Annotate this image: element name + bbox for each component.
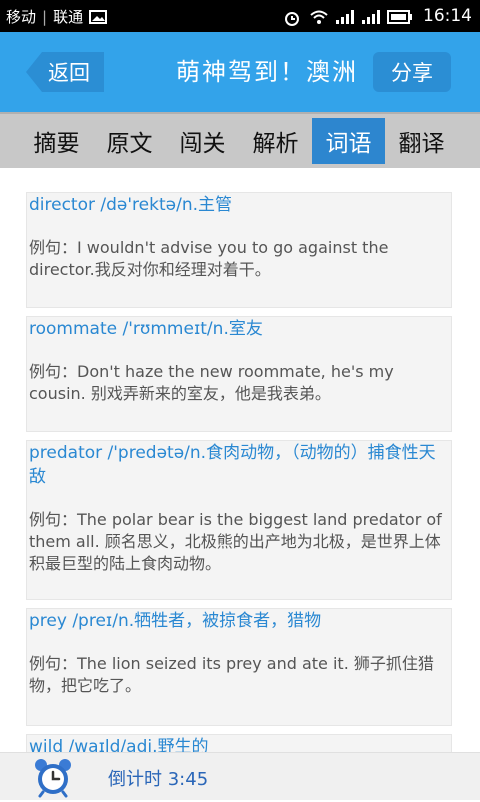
image-notification-icon — [89, 9, 108, 24]
alarm-icon — [283, 9, 301, 26]
vocab-word: wild /waɪld/adj.野生的 — [29, 737, 209, 752]
vocab-word: roommate /'rʊmmeɪt/n.室友 — [29, 319, 263, 339]
vocab-word: prey /preɪ/n.牺牲者，被掠食者，猎物 — [29, 611, 322, 631]
vocabulary-list[interactable]: director /də'rektə/n.主管 例句：I wouldn't ad… — [0, 168, 480, 752]
vocab-card: wild /waɪld/adj.野生的 — [26, 734, 452, 752]
vocab-word: predator /'predətə/n.食肉动物，（动物的）捕食性天敌 — [29, 443, 436, 487]
tab-vocabulary[interactable]: 词语 — [312, 118, 385, 164]
back-button[interactable]: 返回 — [26, 52, 104, 92]
vocab-example: 例句：I wouldn't advise you to go against t… — [29, 238, 389, 279]
tab-summary[interactable]: 摘要 — [20, 118, 93, 164]
signal-icon-2 — [361, 9, 380, 24]
vocab-card: director /də'rektə/n.主管 例句：I wouldn't ad… — [26, 192, 452, 308]
divider: | — [42, 7, 48, 26]
page-title: 萌神驾到！澳洲 — [176, 58, 358, 86]
vocab-example: 例句：The lion seized its prey and ate it. … — [29, 654, 434, 695]
status-bar: 移动 | 联通 16:14 — [0, 0, 480, 32]
vocab-word: director /də'rektə/n.主管 — [29, 195, 232, 215]
share-button[interactable]: 分享 — [373, 52, 451, 92]
vocab-example: 例句：Don't haze the new roommate, he's my … — [29, 362, 394, 403]
vocab-card: roommate /'rʊmmeɪt/n.室友 例句：Don't haze th… — [26, 316, 452, 432]
tab-translation[interactable]: 翻译 — [385, 118, 458, 164]
timer-bar: 倒计时 3:45 — [0, 752, 480, 800]
wifi-icon — [309, 9, 328, 24]
countdown-timer: 倒计时 3:45 — [108, 769, 209, 790]
vocab-example: 例句：The polar bear is the biggest land pr… — [29, 510, 442, 573]
tab-challenge[interactable]: 闯关 — [166, 118, 239, 164]
carrier-label-2: 联通 — [53, 8, 84, 26]
tab-original-text[interactable]: 原文 — [93, 118, 166, 164]
tab-bar: 摘要 原文 闯关 解析 词语 翻译 — [0, 112, 480, 168]
status-time: 16:14 — [423, 6, 472, 26]
alarm-clock-icon — [32, 756, 74, 798]
battery-icon — [387, 9, 413, 24]
carrier-label: 移动 — [6, 8, 37, 26]
signal-icon-1 — [335, 9, 354, 24]
app-header: 返回 萌神驾到！澳洲 分享 — [0, 32, 480, 112]
tab-analysis[interactable]: 解析 — [239, 118, 312, 164]
vocab-card: predator /'predətə/n.食肉动物，（动物的）捕食性天敌 例句：… — [26, 440, 452, 600]
vocab-card: prey /preɪ/n.牺牲者，被掠食者，猎物 例句：The lion sei… — [26, 608, 452, 726]
